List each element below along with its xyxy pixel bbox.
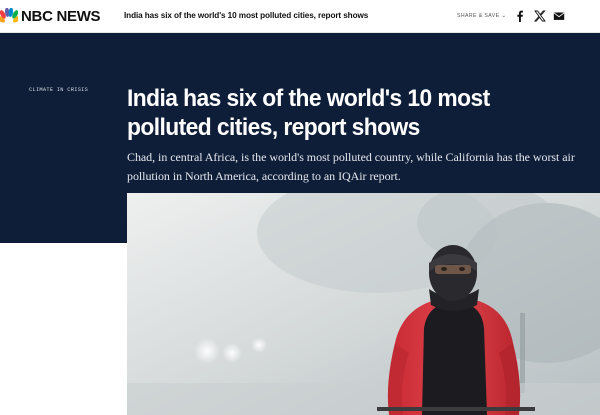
article-dek: Chad, in central Africa, is the world's …	[127, 150, 575, 183]
peacock-icon	[0, 8, 18, 23]
share-and-save-button[interactable]: SHARE & SAVE ⌄	[457, 13, 507, 19]
article-hero-photo	[127, 193, 600, 415]
section-eyebrow[interactable]: CLIMATE IN CRISIS	[29, 87, 88, 93]
facebook-icon[interactable]	[514, 10, 526, 22]
email-icon[interactable]	[553, 10, 565, 22]
nbc-news-logo[interactable]: NBC NEWS	[0, 0, 101, 33]
x-icon[interactable]	[534, 10, 546, 22]
sticky-headline: India has six of the world's 10 most pol…	[124, 11, 369, 20]
share-label: SHARE & SAVE	[457, 13, 500, 19]
article-headline: India has six of the world's 10 most pol…	[127, 85, 490, 141]
brand-name: NBC NEWS	[21, 7, 101, 25]
top-nav-bar: NBC NEWS India has six of the world's 10…	[0, 0, 600, 33]
chevron-down-icon: ⌄	[501, 13, 507, 19]
